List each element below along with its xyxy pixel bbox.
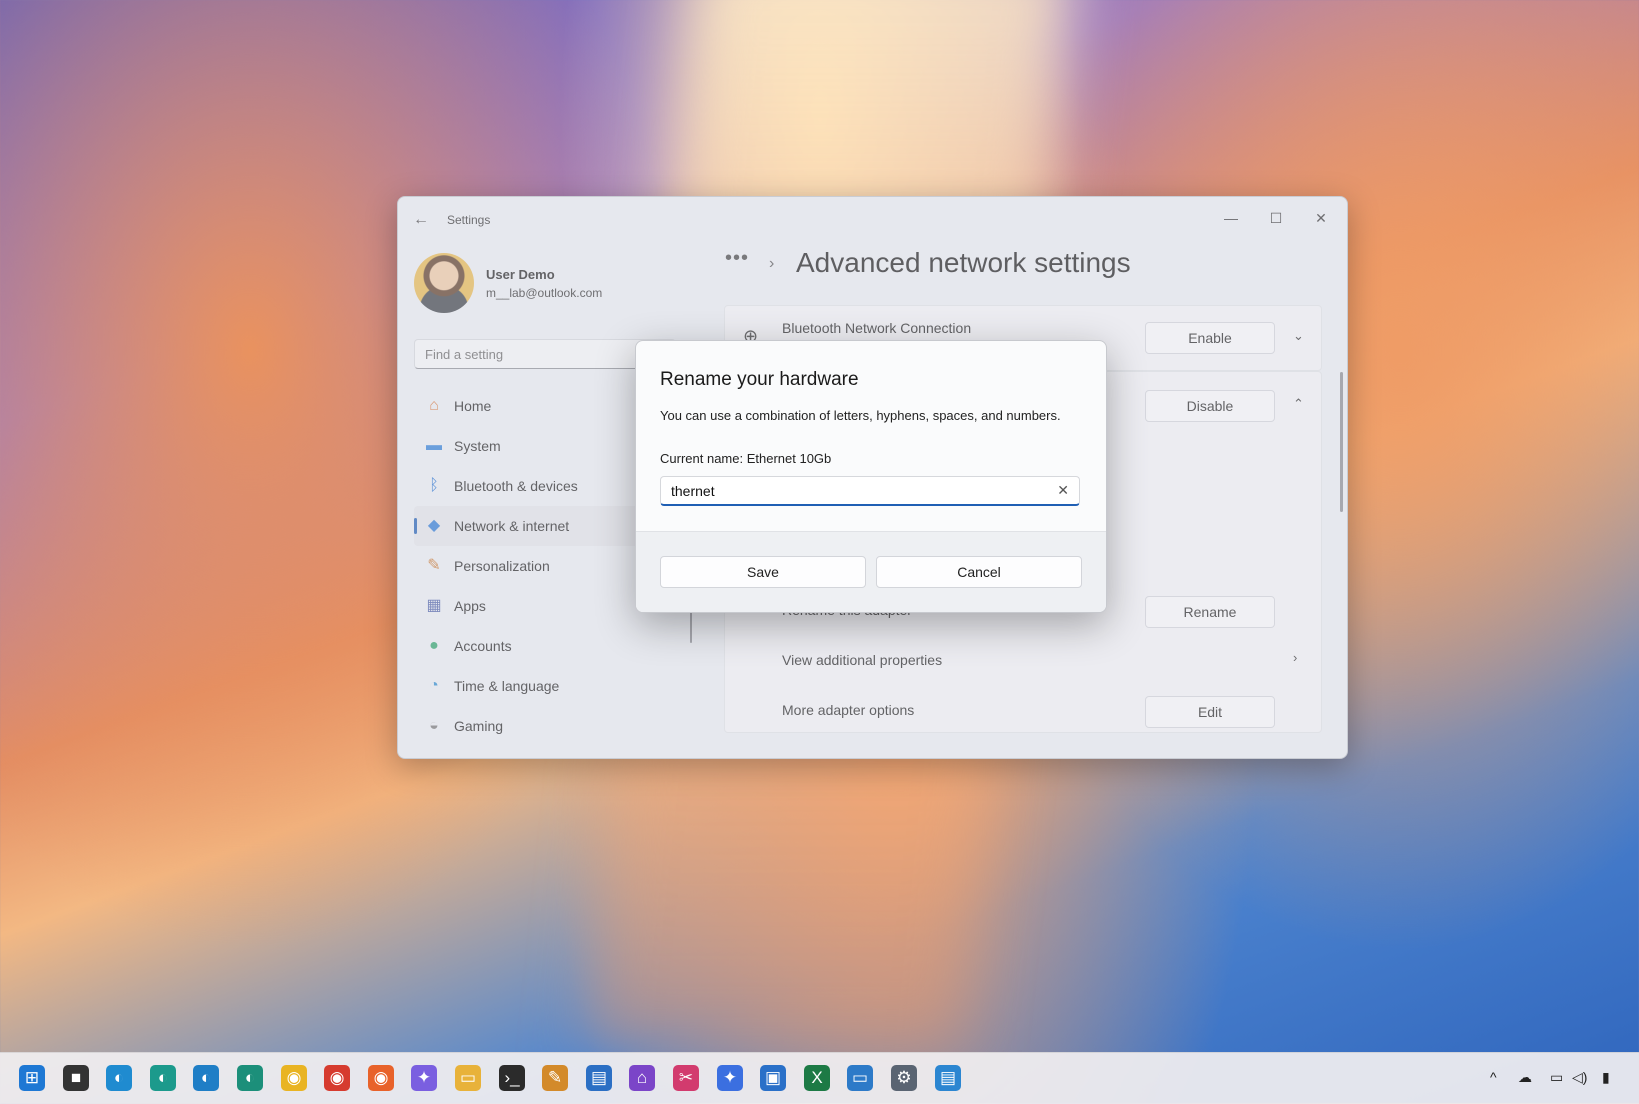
monitor-icon[interactable]: ▭: [847, 1065, 873, 1091]
edge-icon[interactable]: ◐: [106, 1065, 132, 1091]
dialog-title: Rename your hardware: [660, 369, 859, 390]
clear-icon[interactable]: ✕: [1057, 482, 1069, 499]
snipping-tool-icon[interactable]: ✂: [673, 1065, 699, 1091]
edge-dev-icon[interactable]: ◐: [237, 1065, 263, 1091]
name-input-field[interactable]: ✕: [660, 476, 1080, 506]
edge-beta-icon[interactable]: ◐: [193, 1065, 219, 1091]
firefox-icon[interactable]: ◉: [368, 1065, 394, 1091]
current-name-label: Current name: Ethernet 10Gb: [660, 451, 832, 466]
store-icon[interactable]: ▣: [760, 1065, 786, 1091]
save-button[interactable]: Save: [660, 556, 866, 588]
start-icon[interactable]: ⊞: [19, 1065, 45, 1091]
file-explorer-icon[interactable]: ▭: [455, 1065, 481, 1091]
notepad-icon[interactable]: ▤: [935, 1065, 961, 1091]
name-input[interactable]: [671, 482, 1041, 500]
excel-icon[interactable]: X: [804, 1065, 830, 1091]
volume-icon[interactable]: ◁): [1572, 1069, 1587, 1086]
onedrive-icon[interactable]: ☁: [1518, 1069, 1532, 1086]
tray-chevron-icon[interactable]: ^: [1490, 1069, 1497, 1085]
settings-icon[interactable]: ⚙: [891, 1065, 917, 1091]
dialog-footer: Save Cancel: [636, 531, 1106, 612]
dev-home-icon[interactable]: ⌂: [629, 1065, 655, 1091]
chrome-canary-icon[interactable]: ◉: [281, 1065, 307, 1091]
document-icon[interactable]: ▤: [586, 1065, 612, 1091]
copilot-icon[interactable]: ✦: [411, 1065, 437, 1091]
battery-icon[interactable]: ▮: [1602, 1069, 1610, 1086]
copilot-star-icon[interactable]: ✦: [717, 1065, 743, 1091]
taskbar: ^ ☁ ▭ ◁) ▮ ⊞ ■ ◐ ◐ ◐ ◐ ◉ ◉ ◉ ✦ ▭ ›_ ✎ ▤ ⌂ ✂ ✦ ▣ X ▭ ⚙ ▤: [0, 1052, 1639, 1104]
notepad-plus-icon[interactable]: ✎: [542, 1065, 568, 1091]
chrome-icon[interactable]: ◉: [324, 1065, 350, 1091]
task-view-icon[interactable]: ■: [63, 1065, 89, 1091]
network-tray-icon[interactable]: ▭: [1550, 1069, 1563, 1086]
rename-dialog: Rename your hardware You can use a combi…: [635, 340, 1107, 613]
dialog-description: You can use a combination of letters, hy…: [660, 408, 1061, 423]
cancel-button[interactable]: Cancel: [876, 556, 1082, 588]
edge-canary-icon[interactable]: ◐: [150, 1065, 176, 1091]
terminal-icon[interactable]: ›_: [499, 1065, 525, 1091]
